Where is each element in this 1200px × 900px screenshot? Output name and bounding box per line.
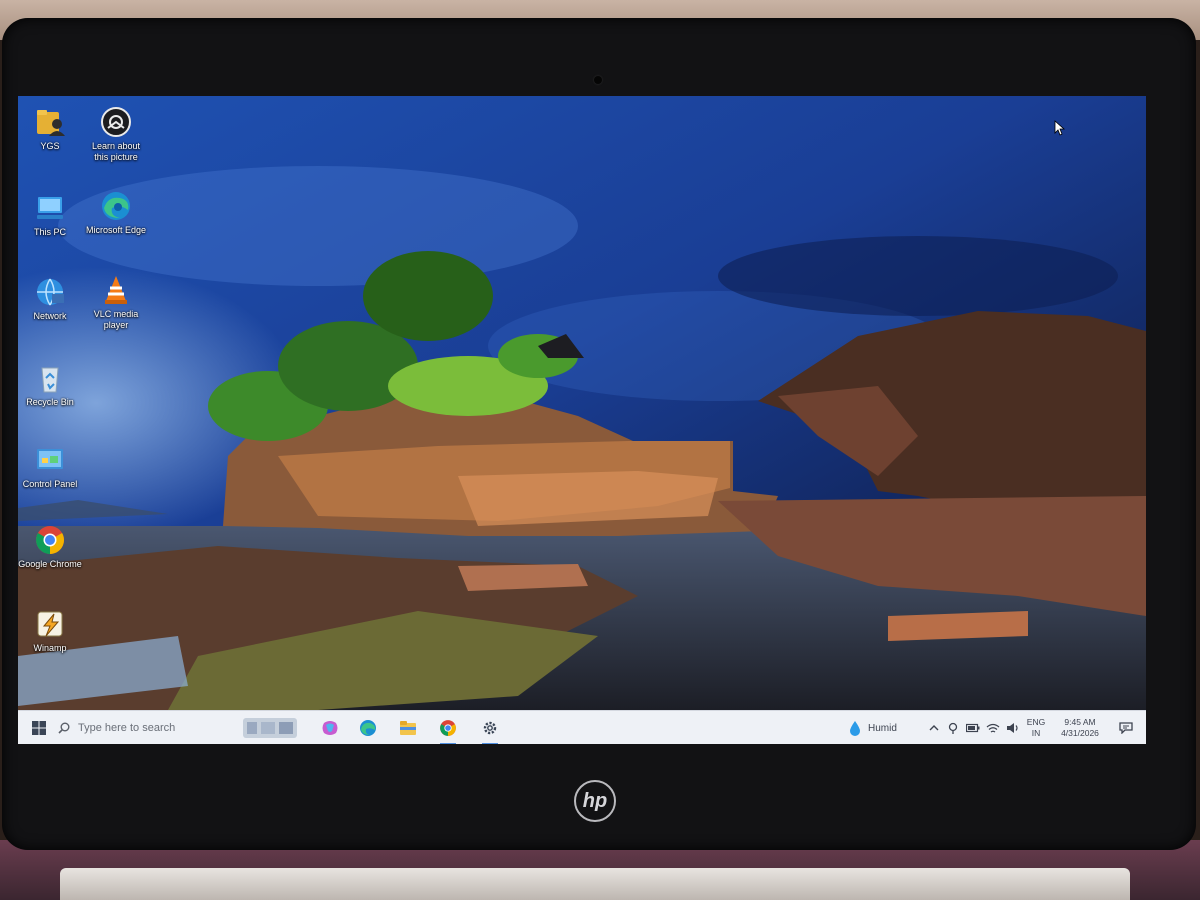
hp-logo: hp <box>574 780 616 822</box>
taskbar-copilot-button[interactable] <box>314 711 346 744</box>
notification-icon <box>1119 722 1133 734</box>
taskbar-search-box[interactable]: Type here to search <box>58 715 254 741</box>
tray-meet-button[interactable] <box>944 711 962 744</box>
desktop-icon-this-pc[interactable]: This PC <box>18 192 82 238</box>
edge-icon <box>360 720 376 736</box>
desktop-icon-learn-about-picture[interactable]: Learn about this picture <box>84 106 148 163</box>
notification-center-button[interactable] <box>1112 711 1140 744</box>
region-code: IN <box>1031 728 1041 738</box>
search-icon <box>58 722 70 734</box>
desktop-icon-label: This PC <box>33 227 66 237</box>
taskbar-settings-button[interactable] <box>474 711 506 744</box>
taskbar-chrome-button[interactable] <box>432 711 464 744</box>
search-highlight-icon <box>243 718 297 738</box>
location-icon <box>948 722 958 734</box>
weather-widget[interactable]: Humid <box>848 711 916 744</box>
desktop-wallpaper <box>18 96 1146 710</box>
active-indicator <box>440 743 456 744</box>
winamp-icon <box>37 611 63 637</box>
desktop-icon-label: Control Panel <box>22 479 78 489</box>
clock-time: 9:45 AM <box>1064 717 1096 727</box>
desktop-icon-label: Winamp <box>33 643 67 653</box>
chevron-up-icon <box>929 725 939 731</box>
water-drop-icon <box>850 721 860 736</box>
desktop-icon-ygs[interactable]: YGS <box>18 106 82 152</box>
taskbar-edge-button[interactable] <box>352 711 384 744</box>
desktop-icon-label: Learn about this picture <box>91 141 141 162</box>
taskbar: Type here to search Humid ENG IN 9:45 AM… <box>18 710 1146 744</box>
clock[interactable]: 9:45 AM 4/31/2026 <box>1052 711 1108 744</box>
speaker-icon <box>1007 723 1018 733</box>
desktop-icon-label: VLC media player <box>93 309 139 330</box>
desktop-icon-label: Google Chrome <box>18 559 82 569</box>
wifi-icon <box>986 723 1000 733</box>
camera-icon <box>101 107 131 137</box>
language-indicator[interactable]: ENG IN <box>1024 711 1048 744</box>
desktop-icon-recycle-bin[interactable]: Recycle Bin <box>18 362 82 408</box>
search-placeholder: Type here to search <box>78 722 176 734</box>
search-highlight-image[interactable] <box>242 711 298 744</box>
screen: YGS Learn about this picture This PC Mic… <box>18 96 1146 744</box>
desktop-icon-winamp[interactable]: Winamp <box>18 608 82 654</box>
windows-logo-icon <box>32 721 46 735</box>
desktop-icon-network[interactable]: Network <box>18 276 82 322</box>
user-folder-icon <box>37 110 65 136</box>
desktop-icon-google-chrome[interactable]: Google Chrome <box>18 524 82 570</box>
desktop-icon-control-panel[interactable]: Control Panel <box>18 444 82 490</box>
battery-icon <box>966 723 980 733</box>
tray-battery-button[interactable] <box>964 711 982 744</box>
start-button[interactable] <box>24 711 54 744</box>
computer-icon <box>37 197 63 219</box>
chrome-icon <box>36 526 64 554</box>
settings-icon <box>483 721 497 735</box>
clock-date: 4/31/2026 <box>1061 728 1099 738</box>
desktop-icon-label: Recycle Bin <box>26 397 74 407</box>
active-indicator <box>482 743 498 744</box>
taskbar-file-explorer-button[interactable] <box>392 711 424 744</box>
desktop-icon-microsoft-edge[interactable]: Microsoft Edge <box>84 190 148 236</box>
desktop-icon-label: YGS <box>40 141 60 151</box>
copilot-icon <box>322 721 338 735</box>
weather-text: Humid <box>868 722 897 734</box>
desktop-icon-label: Network <box>33 311 67 321</box>
network-icon <box>37 278 64 306</box>
language-code: ENG <box>1026 717 1046 727</box>
laptop-base <box>60 868 1130 900</box>
webcam <box>594 76 602 84</box>
desktop-icon-label: Microsoft Edge <box>85 225 147 235</box>
edge-icon <box>102 192 130 220</box>
control-panel-icon <box>37 449 63 469</box>
tray-volume-button[interactable] <box>1004 711 1022 744</box>
recycle-bin-icon <box>41 367 59 393</box>
tray-wifi-button[interactable] <box>984 711 1002 744</box>
chrome-icon <box>440 720 456 736</box>
desktop-icon-vlc[interactable]: VLC media player <box>84 274 148 331</box>
file-explorer-icon <box>400 721 416 735</box>
show-hidden-icons-button[interactable] <box>926 711 942 744</box>
vlc-icon <box>105 276 127 304</box>
mouse-pointer-icon <box>1054 120 1066 136</box>
